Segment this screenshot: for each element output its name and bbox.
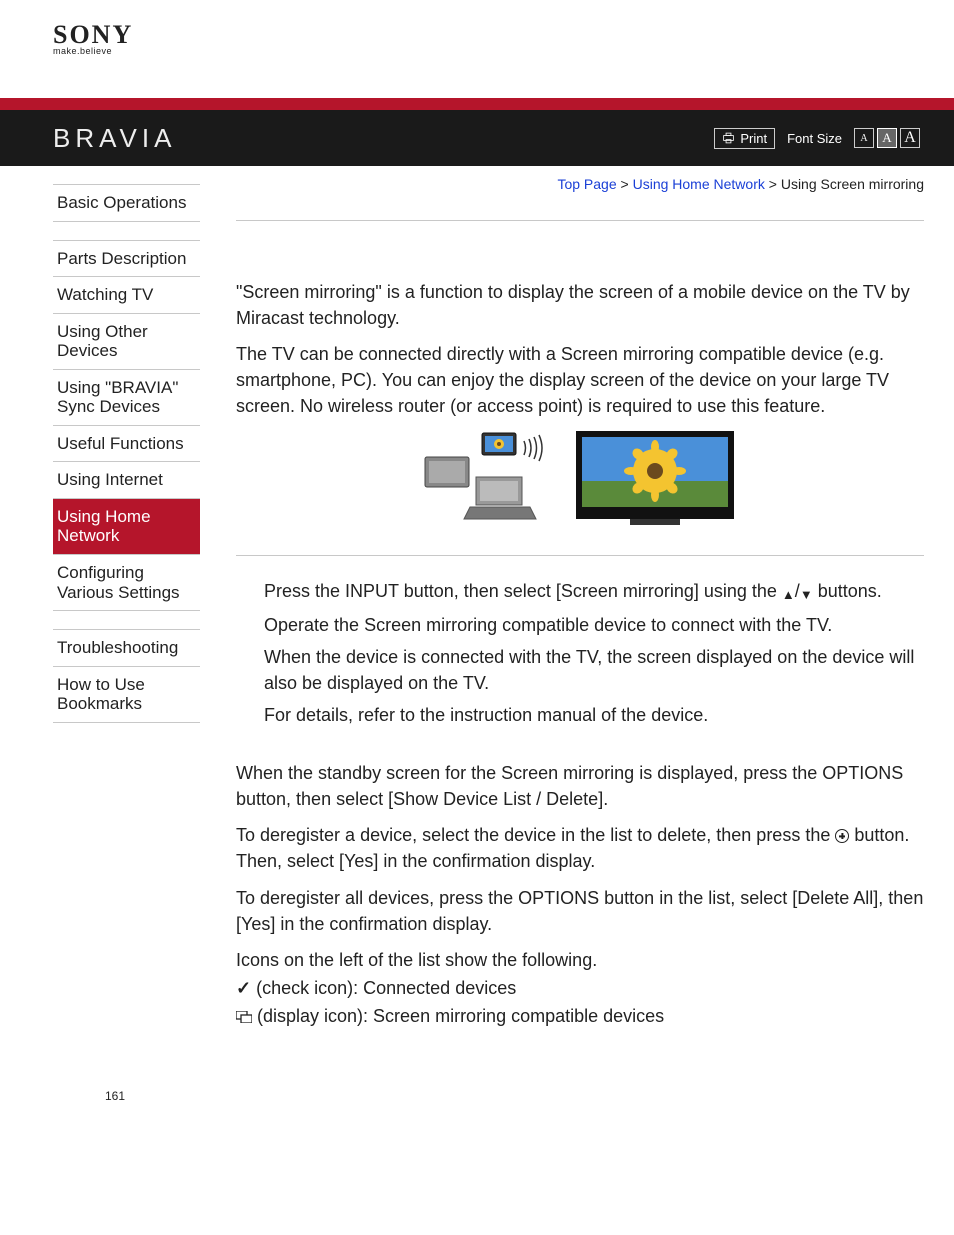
para-deregister-all: To deregister all devices, press the OPT… [236,885,924,937]
brand-tagline: make.believe [53,46,954,56]
breadcrumb-top[interactable]: Top Page [557,176,616,192]
divider-1 [236,220,924,221]
font-size-small[interactable]: A [854,128,874,148]
print-button[interactable]: Print [714,128,775,149]
display-icon [236,1004,252,1016]
breadcrumb-section[interactable]: Using Home Network [633,176,765,192]
nav-using-internet[interactable]: Using Internet [53,462,200,499]
print-label: Print [740,131,767,146]
nav-group-3: Troubleshooting How to Use Bookmarks [53,629,200,723]
breadcrumb-current: Using Screen mirroring [781,176,924,192]
up-arrow-icon [782,580,795,606]
step-2c: For details, refer to the instruction ma… [264,702,924,728]
nav-watching-tv[interactable]: Watching TV [53,277,200,314]
toolbar: Print Font Size A A A [714,128,920,149]
breadcrumb: Top Page > Using Home Network > Using Sc… [236,176,924,192]
para-deregister-one: To deregister a device, select the devic… [236,822,924,874]
main-content: Top Page > Using Home Network > Using Sc… [200,166,954,1069]
nav-parts-description[interactable]: Parts Description [53,241,200,278]
accent-bar [0,98,954,110]
step-2b: When the device is connected with the TV… [264,644,924,696]
intro-para-2: The TV can be connected directly with a … [236,341,924,419]
breadcrumb-sep-2: > [769,176,777,192]
font-size-large[interactable]: A [900,128,920,148]
icon-line-display: (display icon): Screen mirroring compati… [236,1003,924,1029]
nav-basic-operations[interactable]: Basic Operations [53,185,200,222]
down-arrow-icon [800,580,813,606]
divider-2 [236,555,924,556]
nav-configuring-settings[interactable]: Configuring Various Settings [53,555,200,611]
page-number: 161 [0,1069,954,1133]
breadcrumb-sep-1: > [621,176,629,192]
nav-group-2: Parts Description Watching TV Using Othe… [53,240,200,612]
mirroring-diagram [236,429,924,529]
plus-circle-icon [835,829,849,843]
step-2: Operate the Screen mirroring compatible … [264,612,924,638]
font-size-medium[interactable]: A [877,128,897,148]
intro-para-1: "Screen mirroring" is a function to disp… [236,279,924,331]
sidebar-nav: Basic Operations Parts Description Watch… [0,166,200,1069]
nav-using-other-devices[interactable]: Using Other Devices [53,314,200,370]
font-size-buttons: A A A [854,128,920,148]
nav-bravia-sync[interactable]: Using "BRAVIA" Sync Devices [53,370,200,426]
title-bar: BRAVIA Print Font Size A A A [0,110,954,166]
icon-line-check: (check icon): Connected devices [236,975,924,1001]
para-standby: When the standby screen for the Screen m… [236,760,924,812]
print-icon [722,132,735,144]
nav-useful-functions[interactable]: Useful Functions [53,426,200,463]
brand-logo: SONY [53,22,954,48]
nav-bookmarks[interactable]: How to Use Bookmarks [53,667,200,723]
product-name: BRAVIA [53,123,176,154]
check-icon [236,978,251,998]
para-icons-intro: Icons on the left of the list show the f… [236,947,924,973]
font-size-label: Font Size [787,131,842,146]
nav-troubleshooting[interactable]: Troubleshooting [53,630,200,667]
nav-group-1: Basic Operations [53,184,200,222]
step-1: Press the INPUT button, then select [Scr… [264,578,924,605]
nav-using-home-network[interactable]: Using Home Network [53,499,200,555]
brand-header: SONY make.believe [0,0,954,64]
